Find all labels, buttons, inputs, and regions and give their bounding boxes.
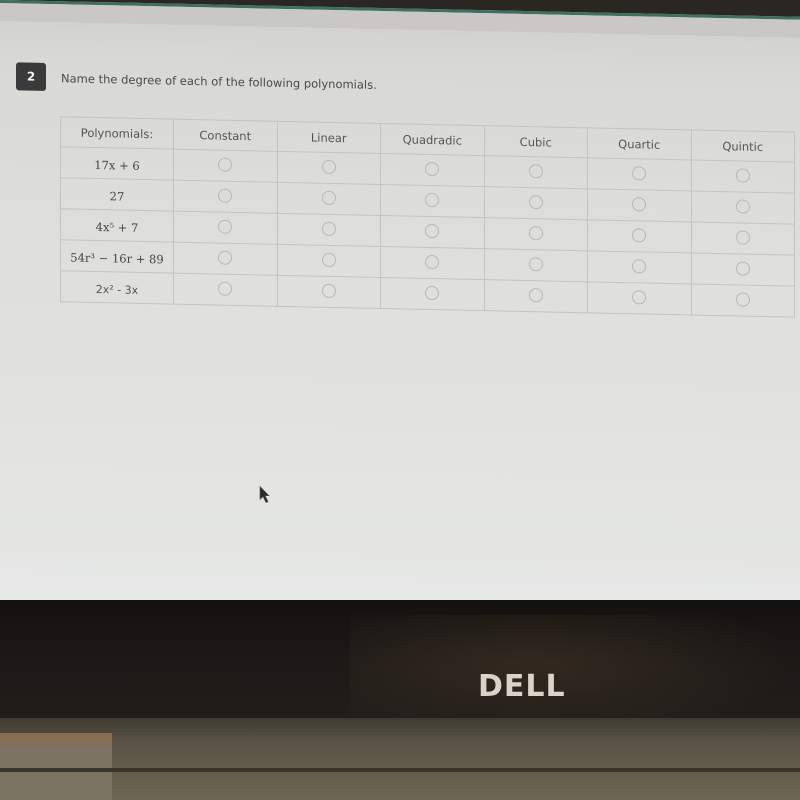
radio-quartic[interactable]	[632, 165, 647, 181]
choice-cell-constant	[173, 149, 277, 183]
radio-linear[interactable]	[321, 252, 336, 267]
radio-quartic[interactable]	[632, 196, 647, 212]
choice-cell-cubic	[484, 186, 588, 220]
choice-cell-quadratic	[380, 215, 484, 249]
header-polynomials: Polynomials:	[60, 116, 174, 150]
choice-cell-quintic	[691, 159, 795, 194]
header-cubic: Cubic	[484, 125, 588, 158]
hinge-left-block	[0, 733, 112, 800]
dell-logo: DELL	[478, 669, 566, 704]
polynomial-expression: 2x² - 3x	[95, 282, 139, 297]
choice-cell-linear	[277, 213, 381, 247]
polynomial-cell: 4x⁵ + 7	[60, 208, 174, 243]
choice-cell-constant	[173, 273, 277, 307]
choice-cell-quadratic	[380, 153, 484, 187]
choice-cell-quintic	[691, 283, 795, 318]
polynomial-cell: 54r³ − 16r + 89	[60, 239, 174, 274]
radio-linear[interactable]	[321, 221, 336, 236]
header-quartic: Quartic	[587, 127, 691, 160]
choice-cell-cubic	[484, 217, 588, 251]
radio-constant[interactable]	[218, 188, 233, 203]
choice-cell-cubic	[484, 155, 588, 189]
radio-cubic[interactable]	[528, 287, 543, 302]
choice-cell-quartic	[587, 250, 691, 284]
radio-cubic[interactable]	[528, 194, 543, 209]
choice-cell-quartic	[587, 281, 691, 315]
polynomial-expression: 17x + 6	[94, 157, 140, 173]
choice-cell-cubic	[484, 279, 588, 313]
radio-constant[interactable]	[218, 250, 233, 265]
polynomial-expression: 27	[109, 188, 125, 204]
choice-cell-quartic	[587, 188, 691, 222]
radio-quadratic[interactable]	[425, 192, 440, 207]
choice-cell-linear	[277, 151, 381, 185]
choice-cell-quadratic	[380, 184, 484, 218]
radio-quadratic[interactable]	[425, 285, 440, 300]
question-number-badge: 2	[16, 62, 46, 91]
choice-cell-constant	[173, 211, 277, 245]
radio-constant[interactable]	[218, 281, 233, 296]
polynomial-expression: 54r³ − 16r + 89	[70, 249, 164, 266]
radio-quartic[interactable]	[632, 258, 647, 274]
choice-cell-constant	[173, 242, 277, 276]
choice-cell-quintic	[691, 190, 795, 225]
radio-quartic[interactable]	[632, 227, 647, 243]
radio-quintic[interactable]	[735, 167, 750, 183]
laptop-screen: 2 Name the degree of each of the followi…	[0, 0, 800, 627]
choice-cell-quadratic	[380, 277, 484, 311]
header-quadratic: Quadradic	[380, 123, 484, 156]
radio-cubic[interactable]	[528, 163, 543, 178]
radio-quadratic[interactable]	[425, 223, 440, 238]
radio-quintic[interactable]	[735, 229, 750, 245]
radio-quintic[interactable]	[735, 198, 750, 214]
polynomial-expression: 4x⁵ + 7	[95, 219, 139, 235]
header-linear: Linear	[277, 121, 381, 154]
radio-linear[interactable]	[321, 159, 336, 174]
radio-quartic[interactable]	[632, 289, 647, 305]
radio-constant[interactable]	[218, 157, 233, 172]
choice-cell-linear	[277, 244, 381, 278]
degree-matrix-table: Polynomials: Constant Linear Quadradic C…	[60, 116, 795, 318]
mouse-pointer-icon	[259, 485, 270, 503]
header-quintic: Quintic	[691, 129, 795, 163]
radio-quadratic[interactable]	[425, 254, 440, 269]
polynomial-cell: 27	[60, 177, 174, 212]
choice-cell-quintic	[691, 252, 795, 287]
choice-cell-cubic	[484, 248, 588, 282]
choice-cell-linear	[277, 182, 381, 216]
choice-cell-linear	[277, 275, 381, 309]
radio-quintic[interactable]	[735, 291, 750, 307]
radio-linear[interactable]	[321, 283, 336, 298]
radio-constant[interactable]	[218, 219, 233, 234]
radio-quintic[interactable]	[735, 260, 750, 276]
question-prompt: Name the degree of each of the following…	[61, 71, 377, 92]
choice-cell-quartic	[587, 157, 691, 191]
radio-quadratic[interactable]	[425, 161, 440, 176]
radio-cubic[interactable]	[528, 225, 543, 240]
choice-cell-quartic	[587, 219, 691, 253]
laptop-hinge	[0, 718, 800, 800]
bezel-reflection	[350, 615, 800, 735]
polynomial-cell: 2x² - 3x	[60, 270, 174, 305]
radio-cubic[interactable]	[528, 256, 543, 271]
choice-cell-quintic	[691, 221, 795, 256]
header-constant: Constant	[173, 119, 277, 152]
choice-cell-quadratic	[380, 246, 484, 280]
choice-cell-constant	[173, 180, 277, 214]
hinge-seam	[0, 768, 800, 772]
radio-linear[interactable]	[321, 190, 336, 205]
polynomial-cell: 17x + 6	[60, 146, 174, 181]
